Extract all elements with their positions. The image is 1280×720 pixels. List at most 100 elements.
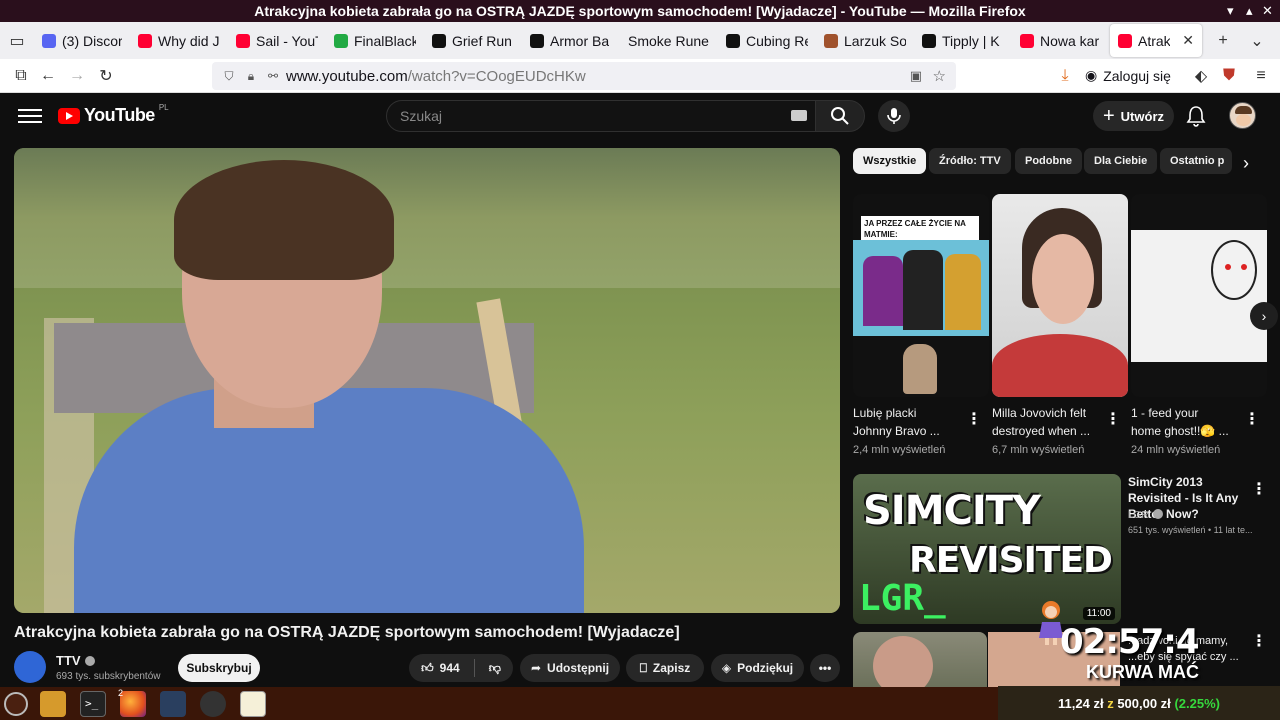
back-icon[interactable]: ←: [33, 61, 63, 91]
ublock-icon[interactable]: ⛊: [1214, 61, 1244, 91]
recommended-thumbnail[interactable]: SIMCITY REVISITED LGR_ 11:00: [853, 474, 1121, 624]
recommended-channel[interactable]: LGR: [1128, 509, 1163, 521]
browser-tab[interactable]: Grief Run: [424, 22, 522, 59]
reload-icon[interactable]: ↻: [91, 61, 121, 91]
tab-strip: ▭ (3) Discor Why did J Sail - YouT FinalBla…: [0, 22, 1280, 59]
bookmark-star-icon[interactable]: ☆: [933, 67, 946, 85]
browser-tab[interactable]: Tipply | K: [914, 22, 1012, 59]
browser-tab[interactable]: (3) Discor: [34, 22, 130, 59]
browser-tab[interactable]: Cubing Re: [718, 22, 816, 59]
text-editor-icon[interactable]: [240, 691, 266, 717]
firefox-icon[interactable]: [120, 691, 146, 717]
reader-view-icon[interactable]: ▣: [910, 68, 922, 84]
login-button[interactable]: ◉ Zaloguj się: [1085, 67, 1171, 84]
short-title-1[interactable]: Lubię placki Johnny Bravo ...: [853, 404, 975, 440]
steam-icon[interactable]: [160, 691, 186, 717]
share-button[interactable]: ➦ Udostępnij: [520, 654, 620, 682]
sidebar-toggle-icon[interactable]: ⧉: [6, 61, 36, 91]
tab-overview-icon[interactable]: ▭: [0, 26, 34, 56]
hamburger-menu-icon[interactable]: [18, 105, 42, 125]
terminal-icon[interactable]: >_: [80, 691, 106, 717]
channel-name[interactable]: TTV: [56, 653, 95, 668]
shield-icon[interactable]: ⛉: [220, 69, 238, 84]
chevron-right-icon: ›: [1261, 308, 1267, 324]
tab-favicon-icon: [42, 33, 56, 48]
youtube-header: YouTube PL Szukaj + Utwórz: [0, 93, 1280, 139]
browser-tab[interactable]: Sail - YouT: [228, 22, 326, 59]
downloads-icon[interactable]: ⤓: [1050, 61, 1080, 91]
browser-tab[interactable]: Why did J: [130, 22, 228, 59]
chip-for-you[interactable]: Dla Ciebie: [1084, 148, 1158, 174]
dislike-button[interactable]: 👎︎: [489, 661, 501, 676]
recommended-meta: 651 tys. wyświetleń • 11 lat te...: [1128, 525, 1253, 535]
chip-related[interactable]: Podobne: [1015, 148, 1083, 174]
window-titlebar: Atrakcyjna kobieta zabrała go na OSTRĄ J…: [0, 0, 1280, 22]
chip-source[interactable]: Źródło: TTV: [929, 148, 1011, 174]
close-window-icon[interactable]: ✕: [1262, 3, 1273, 19]
window-count-badge: 2: [118, 688, 124, 698]
file-manager-icon[interactable]: [40, 691, 66, 717]
browser-tab[interactable]: Armor Ba: [522, 22, 620, 59]
short-menu-icon[interactable]: ⋮: [1105, 410, 1121, 428]
maximize-icon[interactable]: ▴: [1246, 3, 1253, 19]
short-menu-icon[interactable]: ⋮: [1244, 410, 1260, 428]
keyboard-icon[interactable]: [791, 110, 807, 121]
video-player[interactable]: [14, 148, 840, 613]
thanks-button[interactable]: ◈ Podziękuj: [711, 654, 804, 682]
channel-avatar[interactable]: [14, 651, 46, 683]
browser-tab[interactable]: Nowa kar: [1012, 22, 1110, 59]
like-dislike-group: 👍︎ 944 👎︎: [409, 654, 513, 682]
forward-icon[interactable]: →: [62, 61, 92, 91]
tab-label: Why did J: [158, 32, 220, 49]
recommended-thumbnail-2[interactable]: [853, 632, 987, 688]
short-title-3[interactable]: 1 - feed your home ghost!!🫣 ...: [1131, 404, 1253, 440]
tab-label: Smoke Rune: [628, 32, 709, 49]
video-menu-icon[interactable]: ⋮: [1251, 632, 1267, 650]
shorts-next-button[interactable]: ›: [1250, 302, 1278, 330]
plus-icon: +: [1102, 104, 1115, 127]
short-thumbnail-3[interactable]: [1131, 194, 1267, 397]
short-thumbnail-2[interactable]: [992, 194, 1128, 397]
browser-tab[interactable]: Larzuk So: [816, 22, 914, 59]
minimize-icon[interactable]: ▾: [1227, 3, 1234, 19]
menu-icon[interactable]: ≡: [1246, 61, 1276, 91]
lock-icon[interactable]: 🔒︎: [242, 69, 260, 84]
browser-tab[interactable]: Smoke Rune: [620, 22, 718, 59]
tab-label: Cubing Re: [746, 32, 808, 49]
url-bar[interactable]: ⛉ 🔒︎ ⚯ www.youtube.com/watch?v=COogEUDcH…: [212, 62, 956, 90]
extensions-icon[interactable]: ⬖: [1186, 61, 1216, 91]
chip-all[interactable]: Wszystkie: [853, 148, 927, 174]
close-tab-icon[interactable]: ✕: [1182, 32, 1194, 49]
short-menu-icon[interactable]: ⋮: [966, 410, 982, 428]
start-menu-icon[interactable]: [4, 692, 28, 716]
browser-tab[interactable]: Atrakcyj ✕: [1110, 24, 1202, 57]
chevron-right-icon[interactable]: ›: [1236, 152, 1256, 174]
new-tab-icon[interactable]: +: [1208, 26, 1238, 56]
tab-favicon-icon: [1020, 33, 1034, 48]
video-menu-icon[interactable]: ⋮: [1251, 480, 1267, 498]
microphone-icon: [887, 108, 901, 124]
tab-list-icon[interactable]: ⌄: [1242, 26, 1272, 56]
like-button[interactable]: 👍︎ 944: [421, 661, 460, 676]
short-title-2[interactable]: Milla Jovovich felt destroyed when ...: [992, 404, 1114, 440]
user-avatar[interactable]: [1229, 102, 1256, 129]
subscribe-button[interactable]: Subskrybuj: [178, 654, 260, 682]
voice-search-button[interactable]: [878, 100, 910, 132]
short-thumbnail-1[interactable]: JA PRZEZ CAŁE ŻYCIE NA MATMIE:: [853, 194, 989, 397]
obs-icon[interactable]: [200, 691, 226, 717]
search-button[interactable]: [815, 100, 865, 132]
permissions-icon[interactable]: ⚯: [264, 69, 282, 83]
save-button[interactable]: ⎕ Zapisz: [626, 654, 704, 682]
chip-recent[interactable]: Ostatnio p: [1160, 148, 1232, 174]
browser-tab[interactable]: FinalBlack: [326, 22, 424, 59]
search-input[interactable]: Szukaj: [386, 100, 816, 132]
create-button[interactable]: + Utwórz: [1093, 101, 1174, 131]
youtube-logo[interactable]: YouTube PL: [58, 103, 169, 126]
tab-label: Atrakcyj: [1138, 32, 1171, 49]
screen: Atrakcyjna kobieta zabrała go na OSTRĄ J…: [0, 0, 1280, 720]
short-views-3: 24 mln wyświetleń: [1131, 444, 1221, 456]
more-actions-button[interactable]: •••: [810, 654, 840, 682]
tab-label: Nowa kar: [1040, 32, 1100, 49]
notifications-bell-icon[interactable]: [1186, 105, 1206, 127]
tab-favicon-icon: [824, 33, 838, 48]
